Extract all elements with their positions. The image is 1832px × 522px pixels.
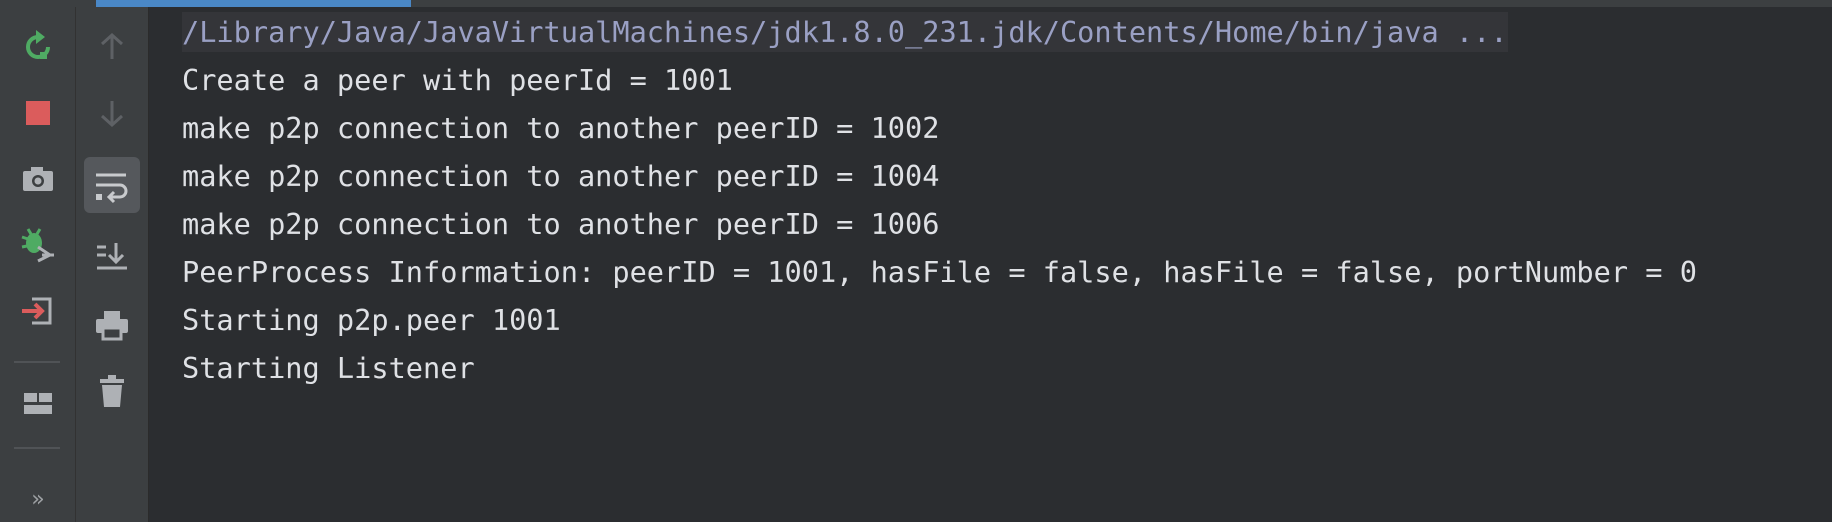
console-line: Create a peer with peerId = 1001	[182, 63, 733, 97]
arrow-down-icon	[100, 101, 124, 128]
exit-icon	[22, 297, 52, 325]
clear-all-button[interactable]	[84, 363, 140, 419]
console-line: PeerProcess Information: peerID = 1001, …	[182, 255, 1697, 289]
top-tab-strip	[0, 0, 1832, 7]
toolbar-separator	[14, 447, 60, 449]
console-line: make p2p connection to another peerID = …	[182, 159, 940, 193]
console-line: make p2p connection to another peerID = …	[182, 111, 940, 145]
layout-icon	[24, 393, 52, 414]
rerun-icon	[26, 30, 50, 59]
toolbar-separator	[14, 361, 60, 363]
active-tab-indicator[interactable]	[96, 0, 411, 7]
previous-occurrence-button[interactable]	[84, 19, 140, 75]
console-output[interactable]: /Library/Java/JavaVirtualMachines/jdk1.8…	[149, 7, 1832, 522]
run-toolbar-secondary	[76, 7, 149, 522]
camera-icon	[23, 167, 53, 191]
next-occurrence-button[interactable]	[84, 85, 140, 141]
soft-wrap-icon	[96, 173, 128, 204]
console-command-line[interactable]: /Library/Java/JavaVirtualMachines/jdk1.8…	[182, 12, 1508, 52]
debug-settings-button[interactable]	[10, 217, 66, 273]
console-line: make p2p connection to another peerID = …	[182, 207, 940, 241]
scroll-to-end-button[interactable]	[84, 229, 140, 285]
more-actions-button[interactable]: »	[18, 485, 58, 515]
arrow-up-icon	[100, 32, 124, 59]
scroll-to-end-icon	[97, 243, 127, 270]
trash-icon	[100, 375, 124, 407]
rerun-button[interactable]	[10, 19, 66, 75]
soft-wrap-button[interactable]	[84, 157, 140, 213]
stop-button[interactable]	[10, 85, 66, 141]
run-toolbar-primary: »	[0, 7, 76, 522]
layout-button[interactable]	[10, 375, 66, 431]
print-button[interactable]	[84, 297, 140, 353]
debug-settings-icon	[21, 228, 54, 263]
stop-icon	[26, 101, 50, 125]
console-line: Starting Listener	[182, 351, 475, 385]
exit-button[interactable]	[10, 283, 66, 339]
dump-threads-button[interactable]	[10, 151, 66, 207]
print-icon	[96, 311, 128, 341]
console-line: Starting p2p.peer 1001	[182, 303, 561, 337]
